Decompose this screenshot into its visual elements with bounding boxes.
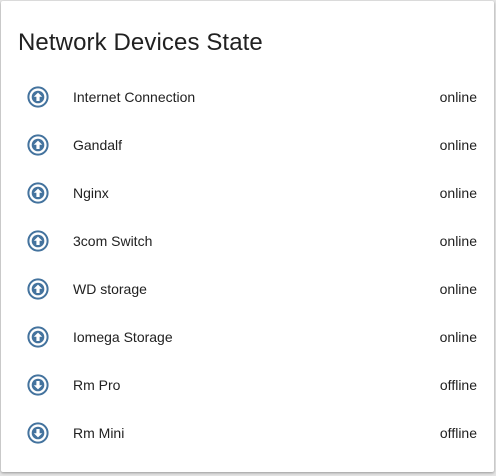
device-row-wd-storage[interactable]: WD storage online <box>1 265 494 313</box>
arrow-up-circle-icon <box>27 86 49 108</box>
device-state: online <box>439 329 477 345</box>
device-state: offline <box>439 425 477 441</box>
arrow-up-circle-icon <box>27 326 49 348</box>
device-name: Rm Mini <box>73 425 125 441</box>
device-row-3com-switch[interactable]: 3com Switch online <box>1 217 494 265</box>
arrow-up-circle-icon <box>27 230 49 252</box>
device-row-nginx[interactable]: Nginx online <box>1 169 494 217</box>
device-name: Nginx <box>73 185 109 201</box>
device-row-rm-pro[interactable]: Rm Pro offline <box>1 361 494 409</box>
arrow-up-circle-icon <box>27 278 49 300</box>
device-state: online <box>439 137 477 153</box>
device-name: Rm Pro <box>73 377 121 393</box>
device-state: offline <box>439 377 477 393</box>
device-row-internet-connection[interactable]: Internet Connection online <box>1 73 494 121</box>
arrow-down-circle-icon <box>27 422 49 444</box>
device-name: WD storage <box>73 281 147 297</box>
device-name: Iomega Storage <box>73 329 173 345</box>
device-name: Internet Connection <box>73 89 196 105</box>
device-state: online <box>439 233 477 249</box>
network-devices-card: Network Devices State Internet Connectio… <box>1 1 494 472</box>
device-list: Internet Connection online Gandalf onlin… <box>1 73 494 457</box>
arrow-up-circle-icon <box>27 182 49 204</box>
device-state: online <box>439 89 477 105</box>
card-title: Network Devices State <box>18 29 263 56</box>
device-state: online <box>439 185 477 201</box>
device-row-gandalf[interactable]: Gandalf online <box>1 121 494 169</box>
device-state: online <box>439 281 477 297</box>
device-row-iomega-storage[interactable]: Iomega Storage online <box>1 313 494 361</box>
arrow-up-circle-icon <box>27 134 49 156</box>
device-name: 3com Switch <box>73 233 153 249</box>
device-name: Gandalf <box>73 137 123 153</box>
device-row-rm-mini[interactable]: Rm Mini offline <box>1 409 494 457</box>
arrow-down-circle-icon <box>27 374 49 396</box>
